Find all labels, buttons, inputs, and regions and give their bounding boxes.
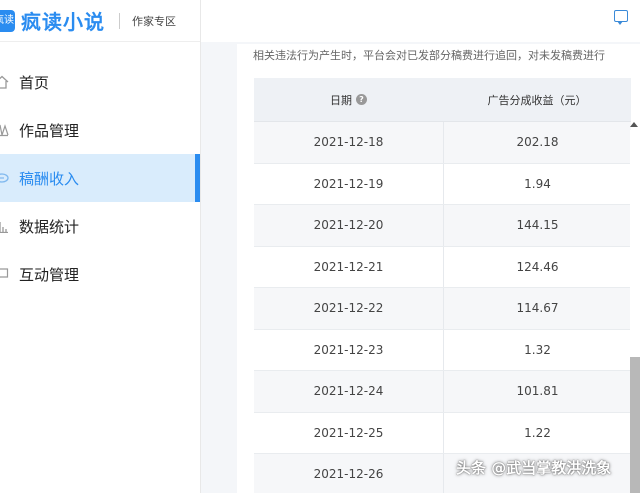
table-row: 2021-12-22 114.67 bbox=[254, 288, 631, 330]
column-header-date-label: 日期 bbox=[330, 93, 352, 107]
sidebar-item-label: 数据统计 bbox=[19, 217, 80, 236]
table-row: 2021-12-18 202.18 bbox=[254, 122, 631, 164]
cell-date: 2021-12-22 bbox=[313, 301, 384, 316]
cell-date: 2021-12-20 bbox=[313, 218, 384, 233]
income-table: 日期 ? 广告分成收益（元） 2021-12-18 202.18 2021-12… bbox=[254, 78, 631, 493]
notice-line: 相关违法行为产生时，平台会对已发部分稿费进行追回，对未发稿费进行 bbox=[253, 49, 605, 62]
top-bar bbox=[201, 0, 640, 42]
section-label: 作家专区 bbox=[132, 14, 176, 28]
cell-date: 2021-12-19 bbox=[313, 176, 384, 191]
logo-divider bbox=[119, 12, 120, 29]
table-body: 2021-12-18 202.18 2021-12-19 1.94 2021-1… bbox=[254, 122, 631, 493]
table-row: 2021-12-25 1.22 bbox=[254, 412, 631, 454]
sidebar-item-label: 互动管理 bbox=[19, 265, 80, 284]
column-header-revenue: 广告分成收益（元） bbox=[487, 93, 587, 107]
cell-revenue: 114.67 bbox=[443, 288, 631, 329]
cell-date: 2021-12-23 bbox=[313, 342, 384, 357]
sidebar-item-label: 稿酬收入 bbox=[19, 169, 80, 188]
bar-chart-icon bbox=[0, 218, 10, 234]
cell-revenue: 101.81 bbox=[443, 371, 631, 412]
message-icon[interactable] bbox=[614, 10, 628, 25]
sidebar-item-label: 首页 bbox=[19, 73, 50, 92]
app-window: 疯读 疯读小说 作家专区 首页 作品管理 稿酬收入 bbox=[0, 0, 640, 493]
sidebar-item-label: 作品管理 bbox=[19, 121, 80, 140]
table-row: 2021-12-24 101.81 bbox=[254, 371, 631, 413]
sidebar-item-stats[interactable]: 数据统计 bbox=[0, 202, 200, 250]
table-row: 2021-12-20 144.15 bbox=[254, 205, 631, 247]
logo-row: 疯读 疯读小说 作家专区 bbox=[0, 0, 200, 42]
cell-date: 2021-12-26 bbox=[313, 467, 384, 482]
cell-date: 2021-12-21 bbox=[313, 259, 384, 274]
home-icon bbox=[0, 74, 10, 90]
sidebar: 疯读 疯读小说 作家专区 首页 作品管理 稿酬收入 bbox=[0, 0, 201, 493]
cell-revenue: 124.46 bbox=[443, 246, 631, 287]
table-row: 2021-12-21 124.46 bbox=[254, 246, 631, 288]
table-header: 日期 ? 广告分成收益（元） bbox=[254, 78, 631, 122]
cell-revenue: 1.22 bbox=[443, 412, 631, 453]
sidebar-item-home[interactable]: 首页 bbox=[0, 58, 200, 106]
table-row: 2021-12-23 1.32 bbox=[254, 329, 631, 371]
cell-revenue: 1.94 bbox=[443, 163, 631, 204]
table-row: 2021-12-19 1.94 bbox=[254, 163, 631, 205]
cell-date: 2021-12-18 bbox=[313, 135, 384, 150]
sidebar-nav: 首页 作品管理 稿酬收入 数据统计 互动管理 bbox=[0, 58, 200, 298]
watermark: 头条 @武当掌教洪洗象 bbox=[456, 459, 612, 477]
sidebar-item-interaction[interactable]: 互动管理 bbox=[0, 250, 200, 298]
cell-date: 2021-12-25 bbox=[313, 425, 384, 440]
cell-revenue: 144.15 bbox=[443, 205, 631, 246]
book-icon bbox=[0, 122, 10, 138]
help-icon[interactable]: ? bbox=[356, 94, 367, 105]
logo-text[interactable]: 疯读小说 bbox=[21, 6, 105, 35]
logo-badge: 疯读 bbox=[0, 9, 15, 32]
income-content: 相关违法行为产生时，平台会对已发部分稿费进行追回，对未发稿费进行 日期 ? 广告… bbox=[237, 44, 640, 493]
notice-text: 相关违法行为产生时，平台会对已发部分稿费进行追回，对未发稿费进行 bbox=[253, 46, 640, 63]
cell-revenue: 202.18 bbox=[443, 122, 631, 163]
scroll-up-arrow-icon[interactable] bbox=[630, 122, 638, 127]
sidebar-item-income[interactable]: 稿酬收入 bbox=[0, 154, 200, 202]
column-header-date: 日期 ? bbox=[254, 92, 443, 108]
scrollbar-thumb[interactable] bbox=[630, 357, 640, 493]
income-icon bbox=[0, 170, 10, 186]
cell-revenue: 1.32 bbox=[443, 329, 631, 370]
notice-cutoff-line bbox=[253, 46, 640, 48]
cell-date: 2021-12-24 bbox=[313, 384, 384, 399]
chat-icon bbox=[0, 266, 10, 282]
sidebar-item-works[interactable]: 作品管理 bbox=[0, 106, 200, 154]
